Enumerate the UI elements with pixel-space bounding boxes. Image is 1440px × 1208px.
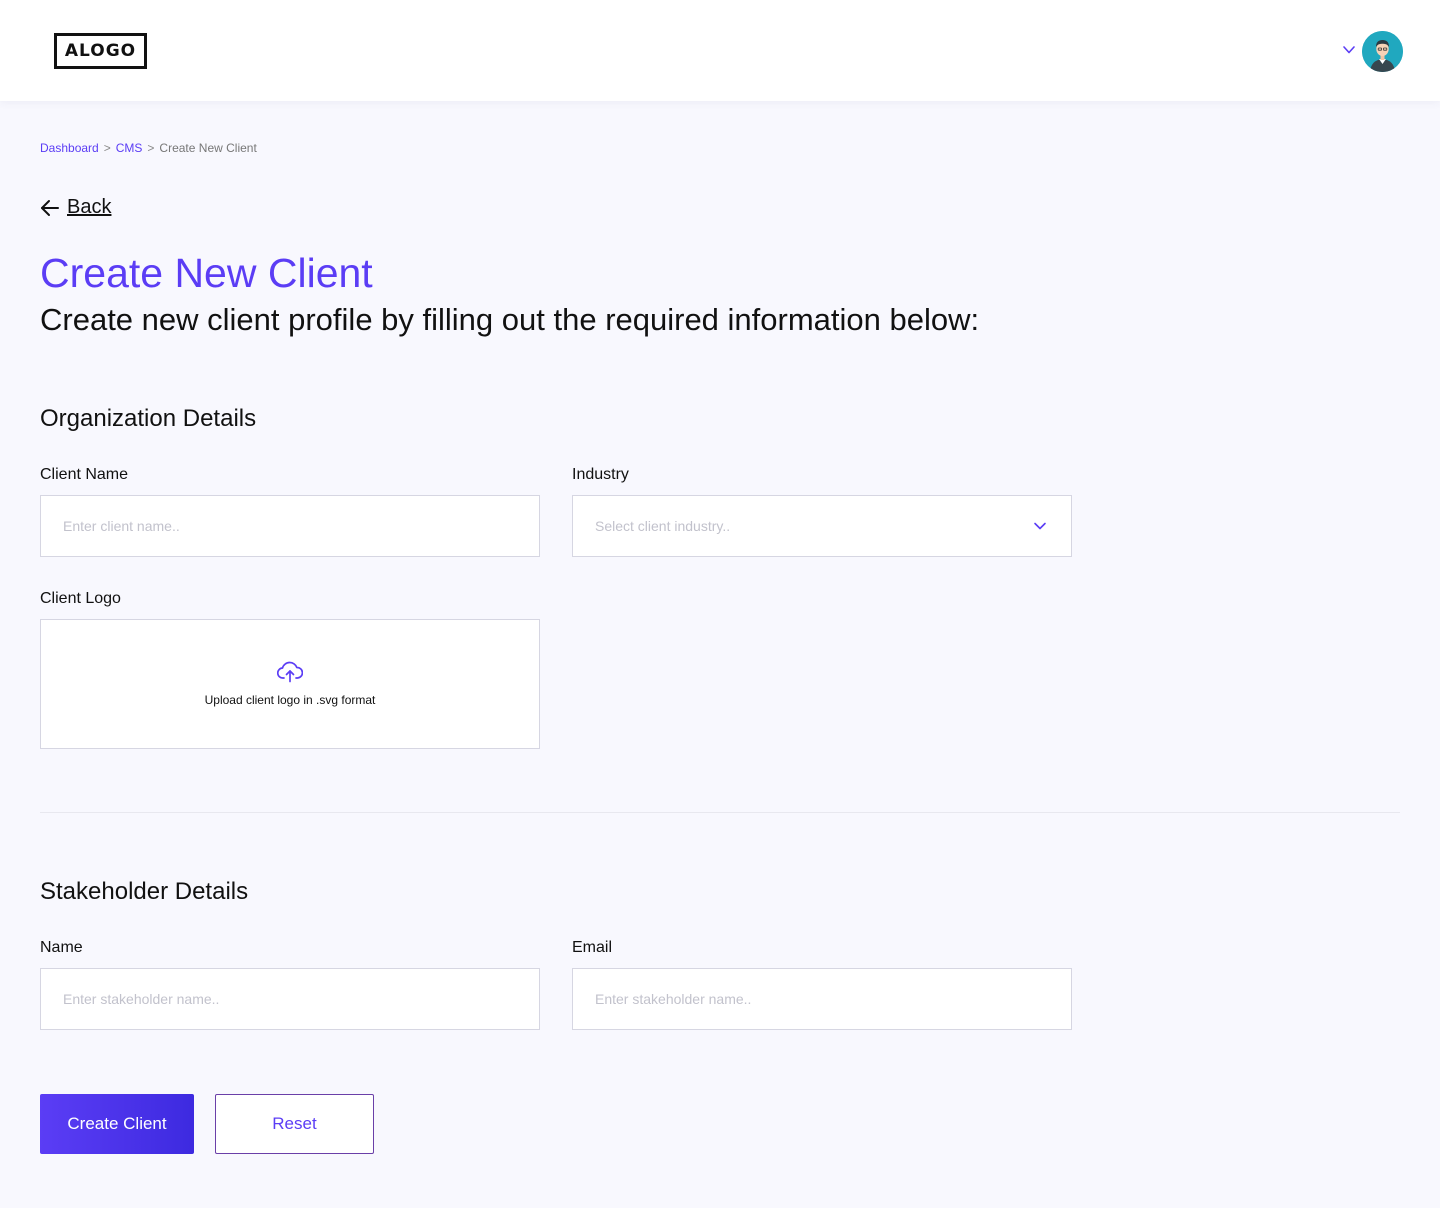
page-subtitle: Create new client profile by filling out… (40, 302, 980, 337)
user-avatar[interactable] (1362, 31, 1403, 72)
section-divider (40, 812, 1400, 813)
stakeholder-email-label: Email (572, 939, 613, 956)
breadcrumb-dashboard[interactable]: Dashboard (40, 141, 99, 155)
stakeholder-section-title: Stakeholder Details (40, 878, 249, 905)
breadcrumb: Dashboard > CMS > Create New Client (40, 141, 257, 155)
top-header: ALOGO (0, 0, 1440, 101)
breadcrumb-separator: > (147, 141, 155, 155)
breadcrumb-cms[interactable]: CMS (116, 141, 143, 155)
stakeholder-email-input[interactable] (572, 968, 1072, 1030)
back-link[interactable]: Back (40, 196, 111, 219)
industry-placeholder: Select client industry.. (595, 518, 731, 534)
industry-label: Industry (572, 466, 629, 483)
breadcrumb-separator: > (103, 141, 111, 155)
stakeholder-name-label: Name (40, 939, 83, 956)
organization-section-title: Organization Details (40, 405, 257, 432)
create-client-button[interactable]: Create Client (40, 1094, 194, 1154)
cloud-upload-icon (277, 661, 303, 683)
avatar-icon (1362, 31, 1403, 72)
breadcrumb-current: Create New Client (159, 141, 257, 155)
client-name-input[interactable] (40, 495, 540, 557)
upload-instructions: Upload client logo in .svg format (204, 693, 376, 707)
client-logo-label: Client Logo (40, 590, 121, 607)
arrow-left-icon (41, 199, 59, 216)
reset-button[interactable]: Reset (215, 1094, 374, 1154)
chevron-down-icon[interactable] (1342, 44, 1356, 56)
brand-logo[interactable]: ALOGO (54, 33, 147, 69)
back-label: Back (67, 196, 112, 218)
page-title: Create New Client (40, 250, 373, 296)
client-name-label: Client Name (40, 466, 129, 483)
client-logo-upload[interactable]: Upload client logo in .svg format (40, 619, 540, 749)
industry-select[interactable]: Select client industry.. (572, 495, 1072, 557)
stakeholder-name-input[interactable] (40, 968, 540, 1030)
chevron-down-icon (1034, 522, 1046, 530)
